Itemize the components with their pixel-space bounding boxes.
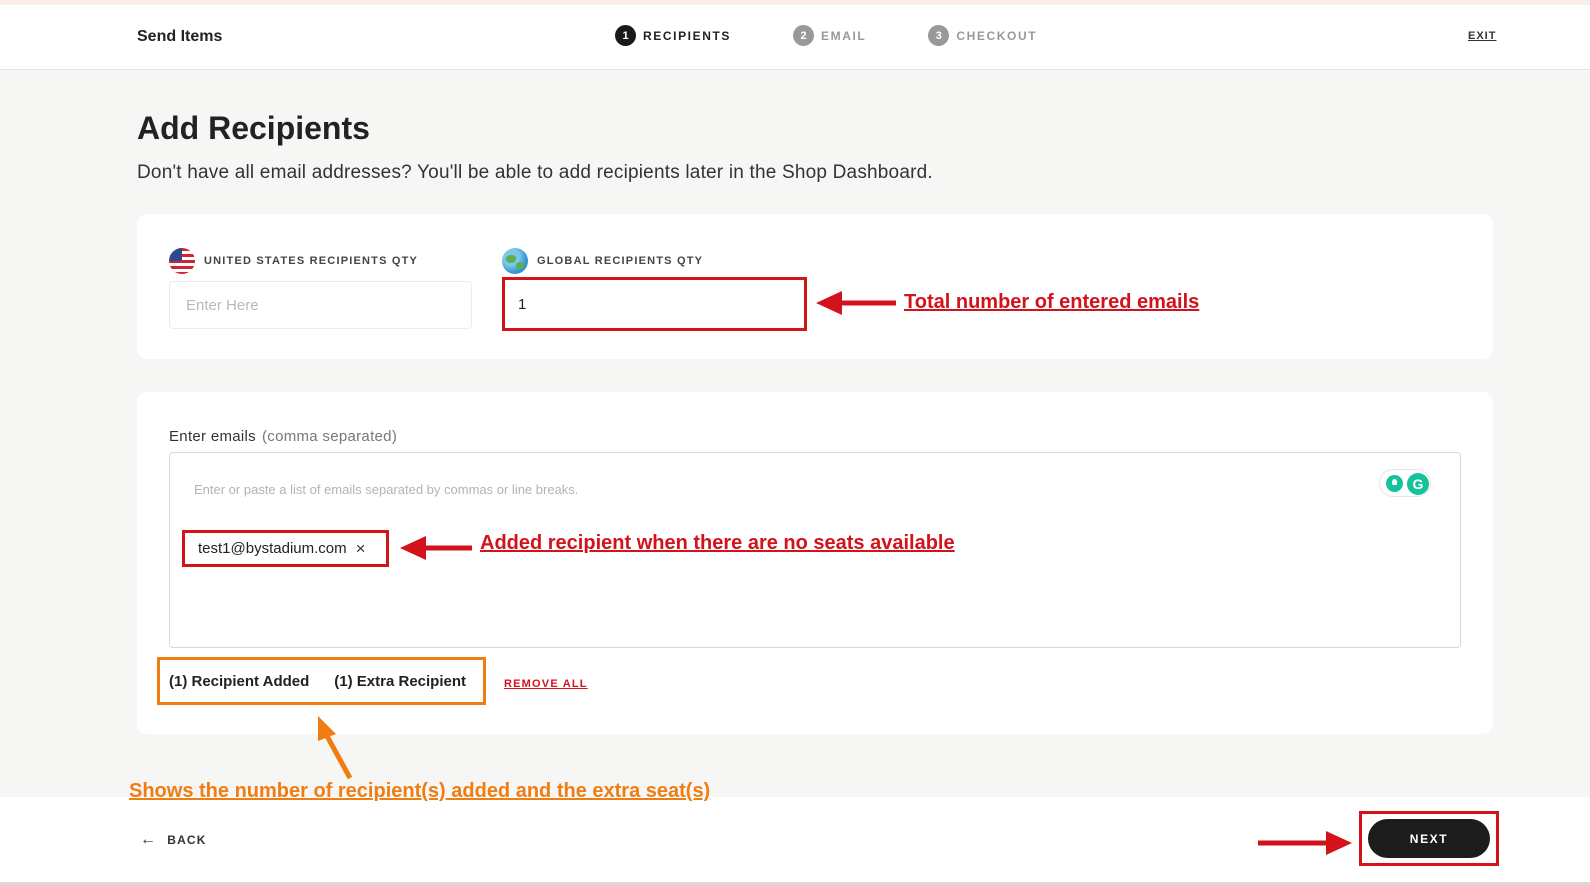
arrow-counts-icon xyxy=(318,716,353,780)
arrow-no-seats-icon xyxy=(400,536,472,560)
arrow-next-icon xyxy=(1258,831,1352,855)
arrow-total-icon xyxy=(816,291,896,315)
annotation-arrows xyxy=(318,291,1352,855)
